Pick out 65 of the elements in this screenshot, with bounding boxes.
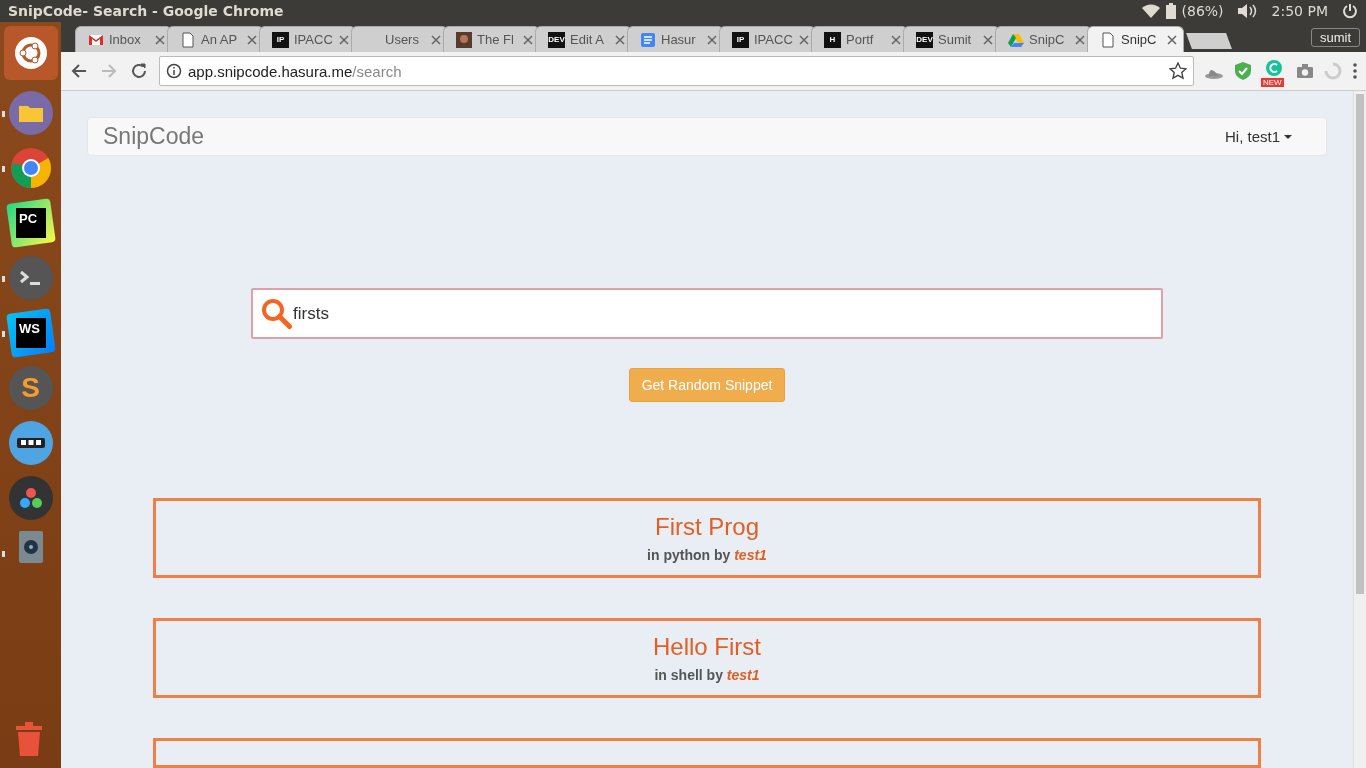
wifi-icon[interactable] xyxy=(1141,4,1160,18)
shield-icon[interactable] xyxy=(1234,61,1252,81)
address-bar[interactable]: app.snipcode.hasura.me/search xyxy=(159,56,1194,86)
close-icon[interactable] xyxy=(1075,34,1085,45)
close-icon[interactable] xyxy=(983,34,993,45)
clock[interactable]: 2:50 PM xyxy=(1271,3,1328,19)
triangle-icon xyxy=(1008,31,1024,48)
ide-label: WS xyxy=(15,318,46,348)
close-icon[interactable] xyxy=(615,34,625,45)
running-indicator xyxy=(2,551,5,557)
page-icon xyxy=(180,31,196,48)
info-icon xyxy=(166,63,182,79)
close-icon[interactable] xyxy=(1167,34,1177,45)
battery-percentage: (86%) xyxy=(1181,3,1224,19)
ubuntu-logo-icon[interactable] xyxy=(3,26,58,80)
gears-icon[interactable] xyxy=(8,476,53,520)
running-indicator xyxy=(2,276,5,282)
close-icon[interactable] xyxy=(155,34,165,45)
battery-icon[interactable] xyxy=(1165,3,1176,19)
close-icon[interactable] xyxy=(431,34,441,45)
chrome-browser-icon[interactable] xyxy=(8,146,53,190)
ide-icon[interactable]: WS xyxy=(5,308,56,358)
user-menu[interactable]: Hi, test1 xyxy=(1218,127,1298,146)
ide-label: PC xyxy=(15,208,46,238)
profile-button[interactable]: sumit xyxy=(1310,27,1360,47)
running-indicator xyxy=(2,166,5,172)
snippet-meta: in shell by test1 xyxy=(654,667,760,683)
new-badge: NEW xyxy=(1261,78,1284,87)
scrollbar-thumb[interactable] xyxy=(1356,94,1364,594)
favicon-badge: DEV xyxy=(548,31,565,48)
snippet-meta: in python by test1 xyxy=(647,547,767,563)
close-icon[interactable] xyxy=(891,34,901,45)
star-icon[interactable] xyxy=(1169,62,1187,80)
running-indicator xyxy=(2,331,5,337)
snippet-card[interactable] xyxy=(153,738,1261,768)
volume-icon[interactable] xyxy=(1237,4,1258,18)
running-indicator xyxy=(2,111,5,117)
folder-icon[interactable] xyxy=(8,91,53,135)
ide-icon[interactable]: PC xyxy=(5,198,56,248)
trash-icon[interactable] xyxy=(14,722,44,756)
document-icon xyxy=(640,31,656,48)
search-field[interactable]: firsts xyxy=(251,288,1163,339)
reload-icon[interactable] xyxy=(129,61,149,81)
sublime-icon[interactable]: S xyxy=(8,366,53,410)
portrait-icon xyxy=(456,31,472,48)
close-icon[interactable] xyxy=(523,34,533,45)
camera-icon[interactable] xyxy=(1296,63,1314,79)
keyboard-icon[interactable] xyxy=(8,421,53,465)
search-icon xyxy=(261,298,293,330)
close-icon[interactable] xyxy=(247,34,257,45)
favicon-badge: IP xyxy=(732,31,749,48)
brand-logo[interactable]: SnipCode xyxy=(103,123,205,150)
favicon-badge: IP xyxy=(272,31,289,48)
page-icon xyxy=(1100,31,1116,48)
terminal-icon[interactable] xyxy=(8,256,53,300)
new-tab-button[interactable] xyxy=(1186,33,1232,49)
browser-tab[interactable]: SnipC xyxy=(1087,26,1184,52)
power-icon[interactable] xyxy=(1342,3,1358,19)
menu-icon[interactable] xyxy=(1352,62,1358,80)
favicon-badge: H xyxy=(824,31,841,48)
close-icon[interactable] xyxy=(339,34,349,45)
close-icon[interactable] xyxy=(707,34,717,45)
window-title: SnipCode- Search - Google Chrome xyxy=(8,3,285,19)
favicon-badge: DEV xyxy=(916,31,933,48)
close-icon[interactable] xyxy=(799,34,809,45)
